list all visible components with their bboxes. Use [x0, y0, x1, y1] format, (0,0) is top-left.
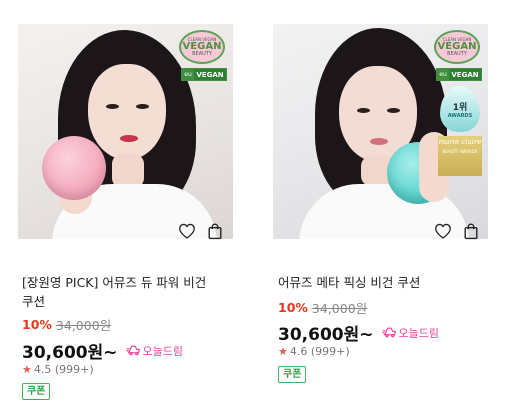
original-price: 34,000원: [311, 301, 368, 316]
product-actions: [434, 222, 480, 242]
vegan-beauty-badge: CLEAN VEGAN VEGAN BEAUTY: [179, 30, 225, 64]
sale-row: 30,600원~ 오늘드림: [278, 320, 439, 345]
today-delivery-icon: [125, 343, 141, 359]
model-eye: [136, 104, 149, 109]
sale-price: 30,600원~: [278, 325, 374, 345]
badge-text: VEGAN: [437, 40, 477, 52]
shopping-bag-icon[interactable]: [206, 222, 224, 240]
model-eye: [357, 108, 370, 113]
star-icon: ★: [22, 363, 32, 376]
product-card-2[interactable]: CLEAN VEGAN VEGAN BEAUTY eu VEGAN 1위 AWA…: [273, 24, 488, 239]
coupon-badge: 쿠폰: [278, 366, 307, 383]
vegan-beauty-badge: CLEAN VEGAN VEGAN BEAUTY: [434, 30, 480, 64]
cushion-compact: [42, 136, 106, 200]
product-name[interactable]: [장원영 PICK] 어뮤즈 듀 파워 비건 쿠션: [22, 273, 237, 311]
badge-text: AWARDS: [447, 112, 473, 119]
badge-text: BEAUTY: [447, 50, 467, 57]
model-eye: [106, 104, 119, 109]
model-face: [88, 64, 166, 160]
badge-text: 1위: [452, 102, 468, 113]
award-badge: 1위 AWARDS: [440, 86, 480, 132]
sale-row: 30,600원~ 오늘드림: [22, 338, 183, 363]
sale-price: 30,600원~: [22, 343, 118, 363]
badge-text: eu: [182, 69, 194, 80]
eu-vegan-badge: eu VEGAN: [436, 68, 482, 81]
rating-text: 4.5 (999+): [33, 363, 94, 376]
rating: ★ 4.6 (999+): [278, 345, 350, 358]
rating: ★ 4.5 (999+): [22, 363, 94, 376]
eu-vegan-badge: eu VEGAN: [181, 68, 227, 81]
product-name[interactable]: 어뮤즈 메타 픽싱 비건 쿠션: [278, 273, 493, 292]
shopping-bag-icon[interactable]: [462, 222, 480, 240]
badge-text: VEGAN: [194, 69, 226, 80]
marie-claire-award-badge: marie claire BEAUTY AWARDS: [438, 136, 482, 176]
model-neck: [112, 154, 144, 188]
heart-icon[interactable]: [434, 222, 452, 240]
discount-rate: 10%: [278, 300, 308, 315]
today-delivery-tag: 오늘드림: [381, 325, 439, 341]
star-icon: ★: [278, 345, 288, 358]
badge-text: BEAUTY: [192, 50, 212, 57]
product-actions: [178, 222, 224, 242]
badge-text: marie claire: [438, 138, 482, 146]
model-eye: [387, 108, 400, 113]
product-name-line: [장원영 PICK] 어뮤즈 듀 파워 비건: [22, 275, 207, 290]
badge-text: BEAUTY AWARDS: [442, 149, 478, 154]
today-delivery-tag: 오늘드림: [125, 343, 183, 359]
product-image[interactable]: CLEAN VEGAN VEGAN BEAUTY eu VEGAN: [18, 24, 233, 239]
price-row: 10% 34,000원: [278, 298, 367, 317]
rating-text: 4.6 (999+): [289, 345, 350, 358]
product-card-1[interactable]: CLEAN VEGAN VEGAN BEAUTY eu VEGAN: [18, 24, 233, 239]
today-delivery-label: 오늘드림: [142, 344, 183, 358]
coupon-badge: 쿠폰: [22, 383, 51, 400]
today-delivery-label: 오늘드림: [398, 326, 439, 340]
badge-text: VEGAN: [182, 40, 222, 52]
discount-rate: 10%: [22, 317, 52, 332]
price-row: 10% 34,000원: [22, 315, 111, 334]
original-price: 34,000원: [55, 318, 112, 333]
model-lips: [370, 138, 388, 145]
badge-text: VEGAN: [449, 69, 481, 80]
badge-text: eu: [437, 69, 449, 80]
product-name-line: 어뮤즈 메타 픽싱 비건 쿠션: [278, 275, 421, 290]
today-delivery-icon: [381, 325, 397, 341]
heart-icon[interactable]: [178, 222, 196, 240]
product-image[interactable]: CLEAN VEGAN VEGAN BEAUTY eu VEGAN 1위 AWA…: [273, 24, 488, 239]
product-name-line: 쿠션: [22, 294, 46, 309]
model-lips: [120, 135, 138, 142]
